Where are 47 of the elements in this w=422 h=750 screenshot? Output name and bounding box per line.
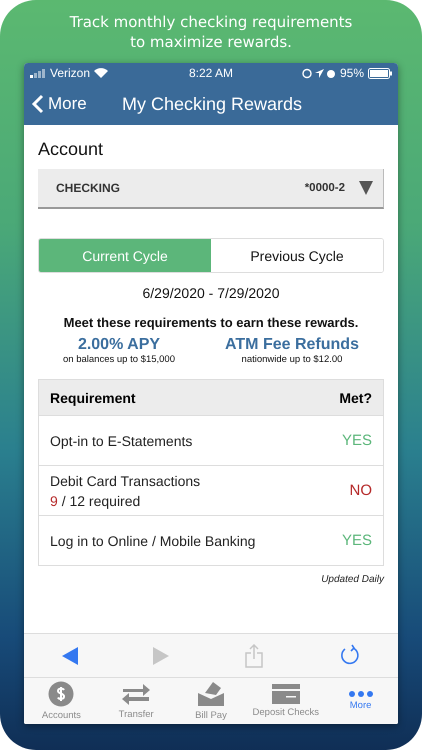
forward-icon [152, 646, 168, 664]
account-name: CHECKING [56, 181, 122, 195]
met-status: YES [342, 532, 372, 549]
date-range: 6/29/2020 - 7/29/2020 [141, 285, 280, 301]
column-header: Requirement [50, 390, 136, 406]
back-chevron-icon [32, 94, 44, 114]
signal-icon [30, 68, 46, 78]
clock-time: 8:22 AM [188, 66, 234, 80]
carrier-text: Verizon [50, 66, 90, 80]
check-icon [272, 684, 300, 704]
intro-text: Meet these requirements to earn these rewards. [62, 315, 360, 330]
met-status: YES [342, 432, 372, 449]
requirement-text: Opt-in to E-Statements [50, 432, 192, 448]
account-dropdown[interactable]: CHECKING *0000-2 [38, 169, 384, 209]
transfer-arrows-icon [121, 682, 152, 706]
back-button[interactable] [62, 646, 78, 664]
tab-bar-item[interactable]: Transfer [98, 678, 174, 724]
tab-bar-item[interactable]: More [323, 678, 398, 724]
requirement-text: Log in to Online / Mobile Banking [50, 532, 256, 548]
progress-text: 9 / 12 required [50, 492, 142, 508]
dropdown-caret-icon [359, 181, 373, 195]
dollar-icon [48, 681, 74, 707]
headline: Track monthly checking requirements to maximize rewards. [68, 12, 354, 52]
cycle-tab[interactable]: Current Cycle [39, 239, 211, 272]
share-icon [244, 644, 264, 668]
tab-bar-item[interactable]: Bill Pay [174, 678, 248, 724]
account-label: Account [38, 139, 104, 160]
back-button[interactable]: More [32, 94, 122, 114]
battery-icon [368, 68, 392, 78]
reward-detail: nationwide up to $12.00 [242, 354, 342, 365]
update-note: Updated Daily [320, 574, 384, 585]
met-status: NO [350, 482, 372, 499]
account-number: *0000-2 [304, 182, 345, 194]
reward-title: ATM Fee Refunds [225, 336, 359, 354]
status-icons [302, 68, 336, 78]
tab-bar-item[interactable]: Accounts [24, 678, 99, 724]
reward-title: 2.00% APY [78, 336, 160, 354]
requirement-text: Debit Card Transactions [50, 472, 200, 488]
tab-bar-item[interactable]: Deposit Checks [248, 678, 324, 724]
wifi-icon [94, 68, 108, 78]
column-header: Met? [339, 390, 372, 406]
battery-percent: 95% [340, 66, 364, 80]
reward-detail: on balances up to $15,000 [63, 354, 175, 365]
more-icon [348, 691, 373, 697]
back-icon [62, 646, 78, 664]
envelope-card-icon [196, 681, 225, 707]
screen-title: My Checking Rewards [122, 94, 302, 114]
